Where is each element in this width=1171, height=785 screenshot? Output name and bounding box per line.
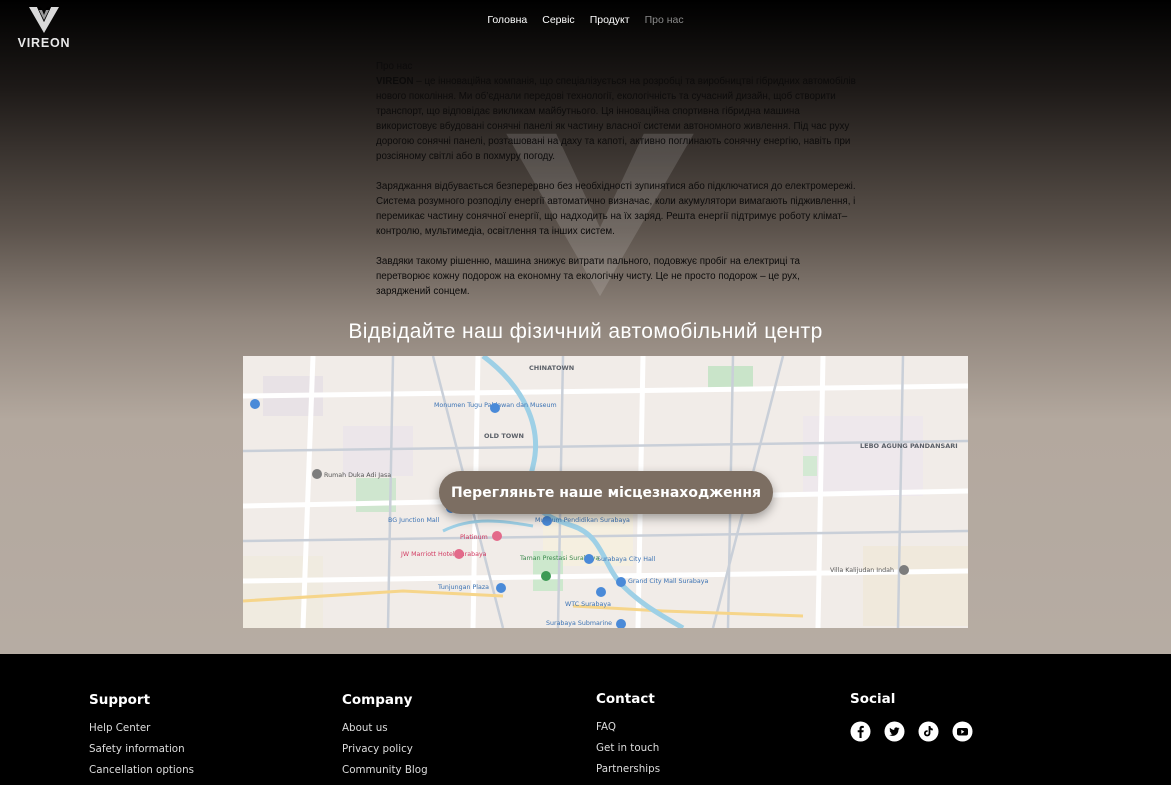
footer-social-title: Social	[850, 691, 896, 707]
footer-link-faq[interactable]: FAQ	[596, 721, 660, 733]
footer-contact-title: Contact	[596, 691, 655, 707]
footer-link-get-in-touch[interactable]: Get in touch	[596, 742, 660, 754]
about-paragraph-2: Заряджання відбувається безперервно без …	[376, 181, 856, 237]
footer-contact: Contact FAQ Get in touch Partnerships	[596, 691, 660, 784]
map-label-chinatown: CHINATOWN	[529, 364, 574, 372]
about-heading: Про нас	[376, 61, 413, 72]
about-paragraph-3: Завдяки такому рішенню, машина знижує ви…	[376, 256, 800, 297]
map-label-old-town: OLD TOWN	[484, 432, 524, 440]
footer-link-blog[interactable]: Community Blog	[342, 764, 428, 776]
nav-product[interactable]: Продукт	[582, 14, 637, 26]
footer-link-partnerships[interactable]: Partnerships	[596, 763, 660, 775]
main-nav: Головна Сервіс Продукт Про нас	[0, 14, 1171, 26]
map-label-wtc: WTC Surabaya	[565, 601, 611, 608]
footer-link-privacy[interactable]: Privacy policy	[342, 743, 428, 755]
map-label-lebo-agung: LEBO AGUNG PANDANSARI	[860, 442, 958, 450]
about-paragraph-1: VIREON – це інноваційна компанія, що спе…	[376, 74, 856, 164]
map-label-submarine: Surabaya Submarine	[546, 620, 612, 627]
youtube-icon[interactable]	[952, 721, 973, 742]
map-label-jw-marriott: JW Marriott Hotel Surabaya	[400, 551, 487, 558]
footer-company-title: Company	[342, 692, 413, 708]
map-label-bg-junction: BG Junction Mall	[388, 517, 439, 524]
map-label-tunjungan: Tunjungan Plaza	[437, 584, 489, 591]
social-icons	[850, 721, 973, 742]
tiktok-icon[interactable]	[918, 721, 939, 742]
site-footer: Support Help Center Safety information C…	[0, 654, 1171, 783]
brand-name: VIREON	[17, 36, 71, 50]
nav-home[interactable]: Головна	[480, 14, 535, 26]
facebook-icon[interactable]	[850, 721, 871, 742]
footer-support-title: Support	[89, 692, 151, 708]
map-label-platinum: Platinum	[460, 534, 488, 541]
map-section-title: Відвідайте наш фізичний автомобільний це…	[348, 320, 823, 343]
footer-link-safety[interactable]: Safety information	[89, 743, 194, 755]
nav-service[interactable]: Сервіс	[535, 14, 582, 26]
footer-company: Company About us Privacy policy Communit…	[342, 692, 428, 785]
about-brand-word: VIREON	[376, 76, 414, 87]
nav-about[interactable]: Про нас	[637, 14, 691, 26]
footer-social: Social	[850, 691, 973, 742]
twitter-icon[interactable]	[884, 721, 905, 742]
about-paragraph-1-text: – це інноваційна компанія, що спеціалізу…	[376, 76, 856, 162]
footer-support: Support Help Center Safety information C…	[89, 692, 194, 785]
map-label-city-hall: Surabaya City Hall	[597, 556, 656, 563]
footer-link-about[interactable]: About us	[342, 722, 428, 734]
map-label-villa: Villa Kalijudan Indah	[830, 567, 894, 574]
map-label-rumah-duka: Rumah Duka Adi Jasa	[324, 472, 391, 479]
footer-link-cancellation[interactable]: Cancellation options	[89, 764, 194, 776]
footer-link-help-center[interactable]: Help Center	[89, 722, 194, 734]
brand-logo[interactable]: VIREON	[14, 6, 74, 50]
view-location-button[interactable]: Перегляньте наше місцезнаходження	[439, 471, 773, 514]
about-section: Про нас VIREON – це інноваційна компанія…	[376, 59, 856, 314]
map-label-grand-city: Grand City Mall Surabaya	[628, 578, 708, 585]
